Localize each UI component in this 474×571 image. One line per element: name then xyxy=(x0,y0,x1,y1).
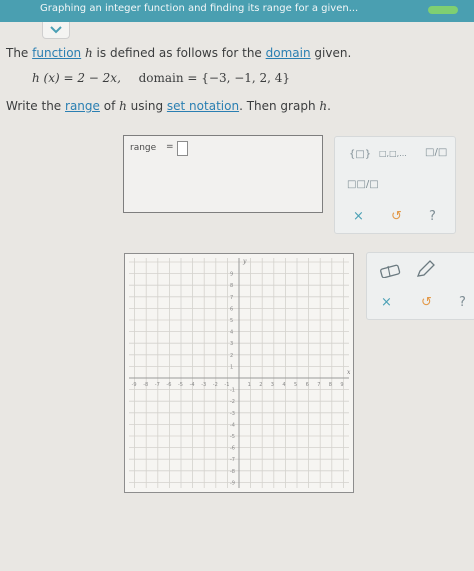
x-tick-label: -4 xyxy=(190,382,195,388)
x-axis-label: x xyxy=(347,369,351,376)
set-braces-button[interactable]: {□} xyxy=(349,149,371,160)
function-variable-3: h xyxy=(319,99,328,113)
x-tick-label: 1 xyxy=(248,382,251,388)
y-tick-label: 6 xyxy=(230,306,233,312)
y-tick-label: 5 xyxy=(230,318,233,324)
y-tick-label: -8 xyxy=(230,469,235,475)
page-title: Graphing an integer function and finding… xyxy=(40,3,359,14)
instruction-period: . xyxy=(327,99,331,113)
x-tick-label: 2 xyxy=(259,382,262,388)
math-tool-panel: {□} □,□,... □/□ □□/□ × ↺ ? xyxy=(334,136,456,234)
x-tick-label: -5 xyxy=(178,382,183,388)
function-definition: h (x) = 2 − 2x, domain = {−3, −1, 2, 4} xyxy=(32,71,290,85)
x-tick-label: -3 xyxy=(201,382,206,388)
fraction-button[interactable]: □/□ xyxy=(425,147,447,158)
instruction-text: Write the xyxy=(6,99,66,113)
y-tick-label: 1 xyxy=(230,364,233,370)
graph-tool-panel: × ↺ ? xyxy=(366,252,474,320)
clear-button[interactable]: × xyxy=(353,209,364,224)
ellipsis-set-button[interactable]: □,□,... xyxy=(379,149,407,158)
y-tick-label: 4 xyxy=(230,330,233,336)
graph-help-button[interactable]: ? xyxy=(459,295,466,310)
equation: h (x) = 2 − 2x, xyxy=(32,71,121,85)
collapse-toggle[interactable] xyxy=(42,22,70,39)
x-tick-label: -2 xyxy=(213,382,218,388)
y-tick-label: -7 xyxy=(230,457,235,463)
function-link[interactable]: function xyxy=(32,46,81,60)
instruction-text-mid: of xyxy=(99,99,120,113)
y-tick-label: 9 xyxy=(230,272,233,278)
x-tick-label: 5 xyxy=(294,382,297,388)
y-tick-label: 7 xyxy=(230,295,233,301)
range-answer-box: range = xyxy=(123,135,323,213)
pencil-icon xyxy=(416,260,435,277)
x-tick-label: -9 xyxy=(132,382,137,388)
y-tick-label: -2 xyxy=(230,399,235,405)
x-tick-label: 4 xyxy=(282,382,285,388)
y-tick-label: 2 xyxy=(230,353,233,359)
help-button[interactable]: ? xyxy=(429,209,436,224)
range-link[interactable]: range xyxy=(65,99,100,113)
instruction: Write the range of h using set notation.… xyxy=(6,99,331,113)
y-tick-label: 3 xyxy=(230,341,233,347)
domain-link[interactable]: domain xyxy=(266,46,311,60)
domain-set: domain = {−3, −1, 2, 4} xyxy=(138,71,291,85)
graph-undo-button[interactable]: ↺ xyxy=(421,295,432,310)
y-axis-label: y xyxy=(242,258,247,265)
eraser-tool[interactable] xyxy=(379,263,401,282)
intro-text-end: given. xyxy=(310,46,352,60)
eraser-icon xyxy=(380,264,401,279)
x-tick-label: 6 xyxy=(306,382,309,388)
chevron-down-icon xyxy=(50,26,62,34)
mixed-number-button[interactable]: □□/□ xyxy=(347,179,379,190)
y-tick-label: -6 xyxy=(230,446,235,452)
pencil-tool[interactable] xyxy=(415,259,437,283)
coordinate-grid[interactable]: x y -9 -8 -7 -6 -5 -4 -3 -2 -1 1 2 3 4 5 6 7 8 9 9 8 7 6 5 4 3 2 1 -1… xyxy=(122,254,356,495)
instruction-text-end: . Then graph xyxy=(239,99,320,113)
intro-text: The xyxy=(6,46,33,60)
graph-clear-button[interactable]: × xyxy=(381,295,392,310)
undo-button[interactable]: ↺ xyxy=(391,209,402,224)
x-tick-label: -6 xyxy=(166,382,171,388)
instruction-text-mid2: using xyxy=(126,99,167,113)
set-notation-link[interactable]: set notation xyxy=(167,99,239,113)
y-tick-label: 8 xyxy=(230,283,233,289)
function-variable: h xyxy=(85,46,93,60)
problem-intro: The function h is defined as follows for… xyxy=(6,46,351,60)
y-tick-label: -1 xyxy=(230,388,235,394)
x-tick-label: -8 xyxy=(143,382,148,388)
x-tick-label: 3 xyxy=(271,382,274,388)
header-bar: Graphing an integer function and finding… xyxy=(0,0,474,22)
function-variable-2: h xyxy=(119,99,127,113)
x-tick-label: -7 xyxy=(155,382,160,388)
x-tick-label: 8 xyxy=(329,382,332,388)
x-tick-label: 9 xyxy=(340,382,343,388)
graph-area[interactable]: x y -9 -8 -7 -6 -5 -4 -3 -2 -1 1 2 3 4 5 6 7 8 9 9 8 7 6 5 4 3 2 1 -1… xyxy=(122,253,356,495)
y-tick-label: -5 xyxy=(230,434,235,440)
range-label: range xyxy=(130,143,157,153)
x-tick-label: 7 xyxy=(317,382,320,388)
equals-sign: = xyxy=(166,142,174,152)
progress-pill xyxy=(428,6,458,14)
intro-text-mid: is defined as follows for the xyxy=(92,46,266,60)
y-tick-label: -4 xyxy=(230,422,235,428)
y-tick-label: -3 xyxy=(230,411,235,417)
y-tick-label: -9 xyxy=(230,480,235,486)
range-input[interactable] xyxy=(177,141,188,156)
x-tick-label: -1 xyxy=(224,382,229,388)
